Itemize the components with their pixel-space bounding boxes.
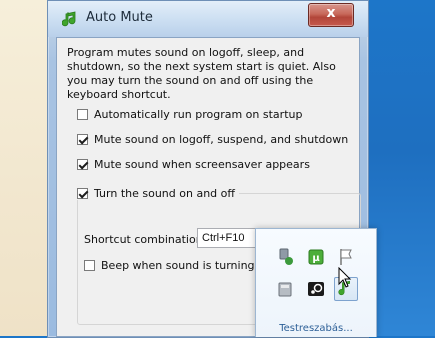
mute-screensaver-checkbox[interactable] [77,159,88,170]
close-icon: x [326,5,336,21]
option-beep[interactable]: Beep when sound is turning o [84,259,265,272]
beep-label: Beep when sound is turning o [101,259,265,272]
toggle-sound-checkbox[interactable] [77,188,88,199]
beep-checkbox[interactable] [84,260,95,271]
svg-text:μ: μ [312,253,320,264]
window-title: Auto Mute [86,10,153,25]
description-text: Program mutes sound on logoff, sleep, an… [67,46,336,101]
mouse-cursor-icon [338,267,352,288]
mute-screensaver-label: Mute sound when screensaver appears [94,158,310,171]
desktop-strip [0,0,47,336]
tray-overflow-popup: μ Testreszabás... [255,228,377,337]
shortcut-label: Shortcut combination: [84,233,207,246]
toggle-sound-label: Turn the sound on and off [94,187,235,200]
close-button[interactable]: x [308,3,354,27]
drive-icon[interactable] [274,277,298,301]
music-note-icon [62,11,76,27]
option-mute-logoff[interactable]: Mute sound on logoff, suspend, and shutd… [77,133,348,146]
autorun-label: Automatically run program on startup [94,108,303,121]
option-toggle-sound[interactable]: Turn the sound on and off [77,187,239,200]
option-autorun[interactable]: Automatically run program on startup [77,108,302,121]
autorun-checkbox[interactable] [77,109,88,120]
customize-link[interactable]: Testreszabás... [256,323,376,334]
title-bar[interactable]: Auto Mute x [48,1,368,37]
mute-logoff-checkbox[interactable] [77,134,88,145]
option-mute-screensaver[interactable]: Mute sound when screensaver appears [77,158,310,171]
cable-icon[interactable] [274,245,298,269]
flag-icon[interactable] [334,245,358,269]
steam-icon[interactable] [304,277,328,301]
mute-logoff-label: Mute sound on logoff, suspend, and shutd… [94,133,349,146]
utorrent-icon[interactable]: μ [304,245,328,269]
